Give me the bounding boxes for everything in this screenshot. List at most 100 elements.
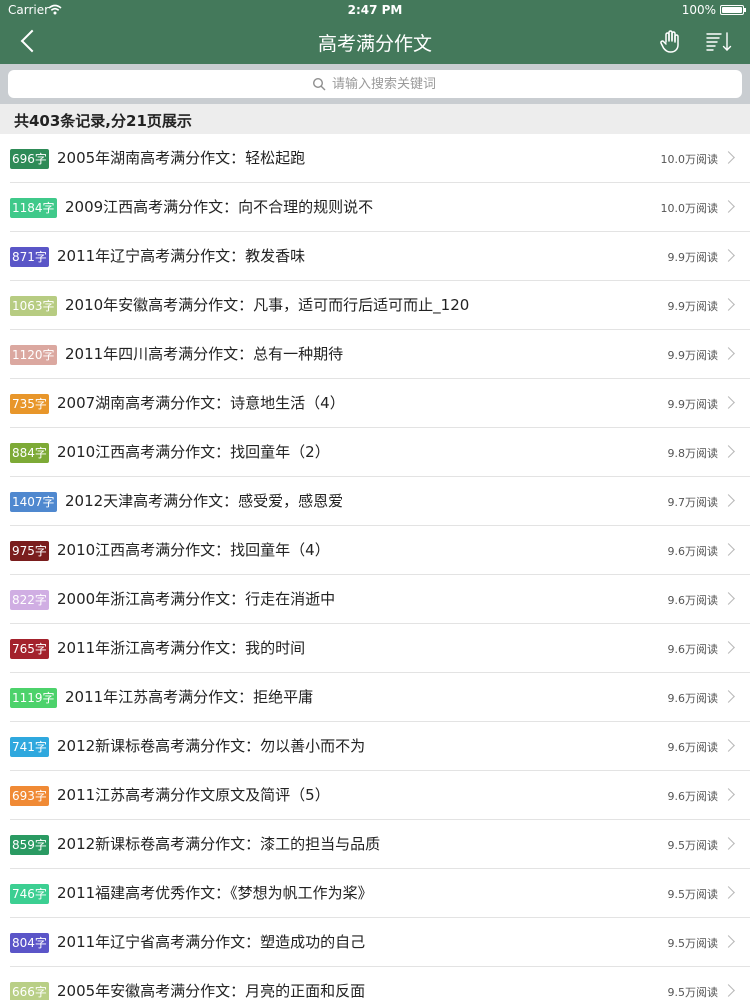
article-list: 696字 2005年湖南高考满分作文：轻松起跑 10.0万阅读 1184字 20… [0,134,750,1000]
record-summary: 共403条记录,分21页展示 [14,112,192,130]
word-count-badge: 746字 [10,884,49,904]
word-count-badge: 765字 [10,639,49,659]
word-count-badge: 666字 [10,982,49,1000]
article-title: 2011年浙江高考满分作文：我的时间 [57,639,306,657]
chevron-right-icon [722,690,735,703]
article-title: 2010年安徽高考满分作文：凡事，适可而行后适可而止_120 [65,296,470,314]
word-count-badge: 822字 [10,590,49,610]
read-count: 9.9万阅读 [667,398,719,411]
word-count-badge: 975字 [10,541,49,561]
list-item[interactable]: 1184字 2009江西高考满分作文：向不合理的规则说不 10.0万阅读 [0,183,750,232]
list-item[interactable]: 884字 2010江西高考满分作文：找回童年（2） 9.8万阅读 [0,428,750,477]
read-count: 9.5万阅读 [667,888,719,901]
list-item[interactable]: 871字 2011年辽宁高考满分作文：教发香味 9.9万阅读 [0,232,750,281]
article-title: 2007湖南高考满分作文：诗意地生活（4） [57,394,345,412]
word-count-badge: 1063字 [10,296,57,316]
chevron-right-icon [722,935,735,948]
chevron-right-icon [722,200,735,213]
article-title: 2012新课标卷高考满分作文：勿以善小而不为 [57,737,366,755]
list-item[interactable]: 1119字 2011年江苏高考满分作文：拒绝平庸 9.6万阅读 [0,673,750,722]
list-item[interactable]: 1407字 2012天津高考满分作文：感受爱，感恩爱 9.7万阅读 [0,477,750,526]
article-title: 2012新课标卷高考满分作文：漆工的担当与品质 [57,835,381,853]
read-count: 9.6万阅读 [667,741,719,754]
word-count-badge: 804字 [10,933,49,953]
article-title: 2011福建高考优秀作文：《梦想为帆工作为桨》 [57,884,373,902]
chevron-right-icon [722,347,735,360]
back-button[interactable] [14,26,48,58]
read-count: 9.6万阅读 [667,643,719,656]
hand-icon [660,30,679,53]
word-count-badge: 1119字 [10,688,57,708]
chevron-right-icon [722,494,735,507]
word-count-badge: 871字 [10,247,49,267]
word-count-badge: 696字 [10,149,49,169]
read-count: 9.5万阅读 [667,937,719,950]
chevron-right-icon [722,249,735,262]
article-title: 2011江苏高考满分作文原文及简评（5） [57,786,330,804]
read-count: 9.6万阅读 [667,545,719,558]
read-count: 9.9万阅读 [667,300,719,313]
list-item[interactable]: 693字 2011江苏高考满分作文原文及简评（5） 9.6万阅读 [0,771,750,820]
list-item[interactable]: 859字 2012新课标卷高考满分作文：漆工的担当与品质 9.5万阅读 [0,820,750,869]
read-count: 9.6万阅读 [667,692,719,705]
word-count-badge: 859字 [10,835,49,855]
read-count: 9.5万阅读 [667,986,719,999]
article-title: 2011年四川高考满分作文：总有一种期待 [65,345,344,363]
word-count-badge: 693字 [10,786,49,806]
list-item[interactable]: 1063字 2010年安徽高考满分作文：凡事，适可而行后适可而止_120 9.9… [0,281,750,330]
read-count: 10.0万阅读 [660,153,719,166]
article-title: 2005年湖南高考满分作文：轻松起跑 [57,149,306,167]
word-count-badge: 1184字 [10,198,57,218]
chevron-right-icon [722,739,735,752]
search-icon [312,77,326,91]
hand-gesture-button[interactable] [656,28,684,56]
list-item[interactable]: 696字 2005年湖南高考满分作文：轻松起跑 10.0万阅读 [0,134,750,183]
article-title: 2012天津高考满分作文：感受爱，感恩爱 [65,492,344,510]
chevron-right-icon [722,298,735,311]
article-title: 2010江西高考满分作文：找回童年（4） [57,541,330,559]
list-item[interactable]: 741字 2012新课标卷高考满分作文：勿以善小而不为 9.6万阅读 [0,722,750,771]
article-title: 2010江西高考满分作文：找回童年（2） [57,443,330,461]
sort-button[interactable] [704,28,734,56]
list-item[interactable]: 666字 2005年安徽高考满分作文：月亮的正面和反面 9.5万阅读 [0,967,750,1000]
list-item[interactable]: 765字 2011年浙江高考满分作文：我的时间 9.6万阅读 [0,624,750,673]
list-item[interactable]: 804字 2011年辽宁省高考满分作文：塑造成功的自己 9.5万阅读 [0,918,750,967]
search-input[interactable] [332,72,732,96]
list-item[interactable]: 746字 2011福建高考优秀作文：《梦想为帆工作为桨》 9.5万阅读 [0,869,750,918]
read-count: 9.9万阅读 [667,349,719,362]
chevron-right-icon [722,886,735,899]
article-title: 2000年浙江高考满分作文：行走在消逝中 [57,590,336,608]
chevron-right-icon [722,151,735,164]
read-count: 9.8万阅读 [667,447,719,460]
chevron-right-icon [722,837,735,850]
article-title: 2011年辽宁省高考满分作文：塑造成功的自己 [57,933,366,951]
chevron-right-icon [722,543,735,556]
battery-icon [720,5,746,15]
chevron-right-icon [722,592,735,605]
article-title: 2011年辽宁高考满分作文：教发香味 [57,247,306,265]
search-box[interactable] [8,70,742,98]
read-count: 9.7万阅读 [667,496,719,509]
read-count: 9.5万阅读 [667,839,719,852]
search-bar [0,64,750,104]
list-item[interactable]: 822字 2000年浙江高考满分作文：行走在消逝中 9.6万阅读 [0,575,750,624]
chevron-right-icon [722,641,735,654]
page-title: 高考满分作文 [317,33,432,55]
status-time: 2:47 PM [347,3,403,17]
read-count: 10.0万阅读 [660,202,719,215]
word-count-badge: 1120字 [10,345,57,365]
article-title: 2005年安徽高考满分作文：月亮的正面和反面 [57,982,366,1000]
read-count: 9.6万阅读 [667,790,719,803]
read-count: 9.6万阅读 [667,594,719,607]
chevron-right-icon [722,984,735,997]
chevron-left-icon [20,29,44,53]
read-count: 9.9万阅读 [667,251,719,264]
list-item[interactable]: 1120字 2011年四川高考满分作文：总有一种期待 9.9万阅读 [0,330,750,379]
list-item[interactable]: 735字 2007湖南高考满分作文：诗意地生活（4） 9.9万阅读 [0,379,750,428]
word-count-badge: 1407字 [10,492,57,512]
article-title: 2009江西高考满分作文：向不合理的规则说不 [65,198,374,216]
app-header: Carrier 2:47 PM 100% 高考满分作文 [0,0,750,64]
chevron-right-icon [722,445,735,458]
summary-bar: 共403条记录,分21页展示 [0,104,750,134]
list-item[interactable]: 975字 2010江西高考满分作文：找回童年（4） 9.6万阅读 [0,526,750,575]
